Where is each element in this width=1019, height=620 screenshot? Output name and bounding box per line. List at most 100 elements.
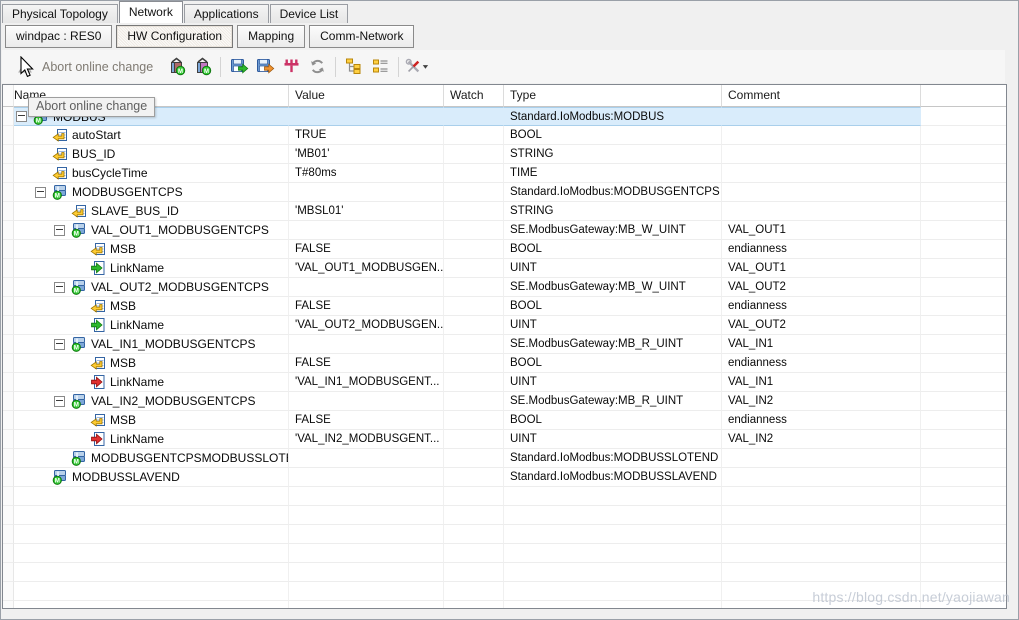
param-icon <box>90 241 106 257</box>
refresh-icon[interactable] <box>305 55 329 79</box>
tree-cell-name: M VAL_IN1_MODBUSGENTCPS <box>14 335 289 354</box>
tree-node-label: VAL_IN2_MODBUSGENTCPS <box>91 394 256 408</box>
tree-row-linkname[interactable]: LinkName 'VAL_OUT2_MODBUSGEN... UINT VAL_OU… <box>3 316 1006 335</box>
svg-text:M: M <box>55 193 60 200</box>
collapse-expander-icon[interactable] <box>54 338 65 350</box>
collapse-expander-icon[interactable] <box>54 395 65 407</box>
tab-physical-topology[interactable]: Physical Topology <box>2 4 118 23</box>
tree-node-label: LinkName <box>110 375 165 389</box>
svg-text:M: M <box>204 69 209 75</box>
tab-device-list[interactable]: Device List <box>269 4 349 23</box>
tree-row-bus_id[interactable]: BUS_ID 'MB01' STRING <box>3 145 1006 164</box>
header-gutter <box>3 85 14 107</box>
collapse-expander-icon[interactable] <box>54 224 65 236</box>
tab-applications[interactable]: Applications <box>183 4 269 23</box>
insert-slave-m-icon[interactable]: M <box>190 55 214 79</box>
tree-node-label: VAL_IN1_MODBUSGENTCPS <box>91 337 256 351</box>
module-icon: M <box>71 450 87 466</box>
device-parameter-grid[interactable]: Name Value Watch Type Comment MMODBUSSta… <box>2 84 1007 609</box>
svg-text:M: M <box>74 459 79 466</box>
tree-row-buscycletime[interactable]: busCycleTime T#80ms TIME <box>3 164 1006 183</box>
column-header-watch[interactable]: Watch <box>444 85 504 107</box>
fieldbus-icon[interactable] <box>279 55 303 79</box>
tree-node-label: MSB <box>110 242 137 256</box>
module-icon: M <box>71 279 87 295</box>
import-icon[interactable] <box>253 55 277 79</box>
tab-network[interactable]: Network <box>118 1 183 23</box>
empty-row <box>3 544 1006 563</box>
tree-row-msb[interactable]: MSB FALSE BOOL endianness <box>3 354 1006 373</box>
main-tab-bar: Physical Topology Network Applications D… <box>2 1 349 23</box>
tree-row-msb[interactable]: MSB FALSE BOOL endianness <box>3 240 1006 259</box>
module-icon: M <box>71 393 87 409</box>
tree-row-msb[interactable]: MSB FALSE BOOL endianness <box>3 411 1006 430</box>
subtab-mapping[interactable]: Mapping <box>237 25 306 48</box>
tree-cell-name: M VAL_OUT1_MODBUSGENTCPS <box>14 221 289 240</box>
toolbar-separator <box>398 56 400 77</box>
collapse-expander-icon[interactable] <box>16 111 27 122</box>
tree-cell-name: LinkName <box>14 430 289 449</box>
param-icon <box>90 298 106 314</box>
tree-cell-name: M MODBUSSLAVEND <box>14 468 289 487</box>
tree-row-msb[interactable]: MSB FALSE BOOL endianness <box>3 297 1006 316</box>
abort-online-change-label: Abort online change <box>42 59 154 74</box>
tree-cell-name: M VAL_IN2_MODBUSGENTCPS <box>14 392 289 411</box>
tools-dropdown-icon[interactable] <box>405 55 429 79</box>
module-icon: M <box>52 469 68 485</box>
subtab-hw-configuration[interactable]: HW Configuration <box>116 25 234 48</box>
svg-text:M: M <box>55 478 60 485</box>
tree-node-label: LinkName <box>110 261 165 275</box>
collapse-expander-icon[interactable] <box>35 186 46 198</box>
empty-row <box>3 563 1006 582</box>
tree-cell-name: M MODBUSGENTCPSMODBUSSLOTEND <box>14 449 289 468</box>
tree-row-modbusgentcps[interactable]: M MODBUSGENTCPS Standard.IoModbus:MODBUSGE… <box>3 183 1006 202</box>
tree-row-val_out2_modbusgentcps[interactable]: M VAL_OUT2_MODBUSGENTCPS SE.ModbusGateway:… <box>3 278 1006 297</box>
tree-row-val_in1_modbusgentcps[interactable]: M VAL_IN1_MODBUSGENTCPS SE.ModbusGateway:M… <box>3 335 1006 354</box>
column-header-value[interactable]: Value <box>289 85 444 107</box>
param-icon <box>52 165 68 181</box>
tree-node-label: SLAVE_BUS_ID <box>91 204 179 218</box>
collapse-expander-icon[interactable] <box>54 281 65 293</box>
tree-cell-name: MSB <box>14 411 289 430</box>
column-header-comment[interactable]: Comment <box>722 85 921 107</box>
sub-tab-bar: windpac : RES0 HW Configuration Mapping … <box>5 25 415 48</box>
param-icon <box>90 412 106 428</box>
tree-row-linkname[interactable]: LinkName 'VAL_IN1_MODBUSGENT... UINT VAL_IN… <box>3 373 1006 392</box>
svg-text:M: M <box>74 402 79 409</box>
tree-row-linkname[interactable]: LinkName 'VAL_IN2_MODBUSGENT... UINT VAL_IN… <box>3 430 1006 449</box>
column-header-filler <box>921 85 1006 107</box>
column-header-type[interactable]: Type <box>504 85 722 107</box>
svg-text:M: M <box>74 231 79 238</box>
tree-row-slave_bus_id[interactable]: SLAVE_BUS_ID 'MBSL01' STRING <box>3 202 1006 221</box>
insert-module-m-icon[interactable]: M <box>164 55 188 79</box>
tree-cell-name: BUS_ID <box>14 145 289 164</box>
tree-node-label: autoStart <box>72 128 121 142</box>
svg-text:M: M <box>178 69 183 75</box>
tree-row-val_in2_modbusgentcps[interactable]: M VAL_IN2_MODBUSGENTCPS SE.ModbusGateway:M… <box>3 392 1006 411</box>
tree-row-val_out1_modbusgentcps[interactable]: M VAL_OUT1_MODBUSGENTCPS SE.ModbusGateway:… <box>3 221 1006 240</box>
tree-row-modbusslavend[interactable]: M MODBUSSLAVEND Standard.IoModbus:MODBUSSL… <box>3 468 1006 487</box>
toolbar-separator <box>220 56 222 77</box>
module-icon: M <box>71 336 87 352</box>
empty-row <box>3 506 1006 525</box>
export-icon[interactable] <box>227 55 251 79</box>
subtab-comm-network[interactable]: Comm-Network <box>309 25 415 48</box>
tree-cell-name: MSB <box>14 240 289 259</box>
tree-row-autostart[interactable]: autoStart TRUE BOOL <box>3 126 1006 145</box>
list-view-icon[interactable] <box>368 55 392 79</box>
expand-tree-icon[interactable] <box>342 55 366 79</box>
tree-cell-name: MSB <box>14 354 289 373</box>
link-in-icon <box>90 374 106 390</box>
tree-row-linkname[interactable]: LinkName 'VAL_OUT1_MODBUSGEN... UINT VAL_OU… <box>3 259 1006 278</box>
subtab-windpac-res0[interactable]: windpac : RES0 <box>5 25 113 48</box>
mouse-cursor <box>20 56 34 78</box>
tree-row-modbusgentcpsmodbusslotend[interactable]: MMODBUSGENTCPSMODBUSSLOTENDStandard.IoMo… <box>3 449 1006 468</box>
